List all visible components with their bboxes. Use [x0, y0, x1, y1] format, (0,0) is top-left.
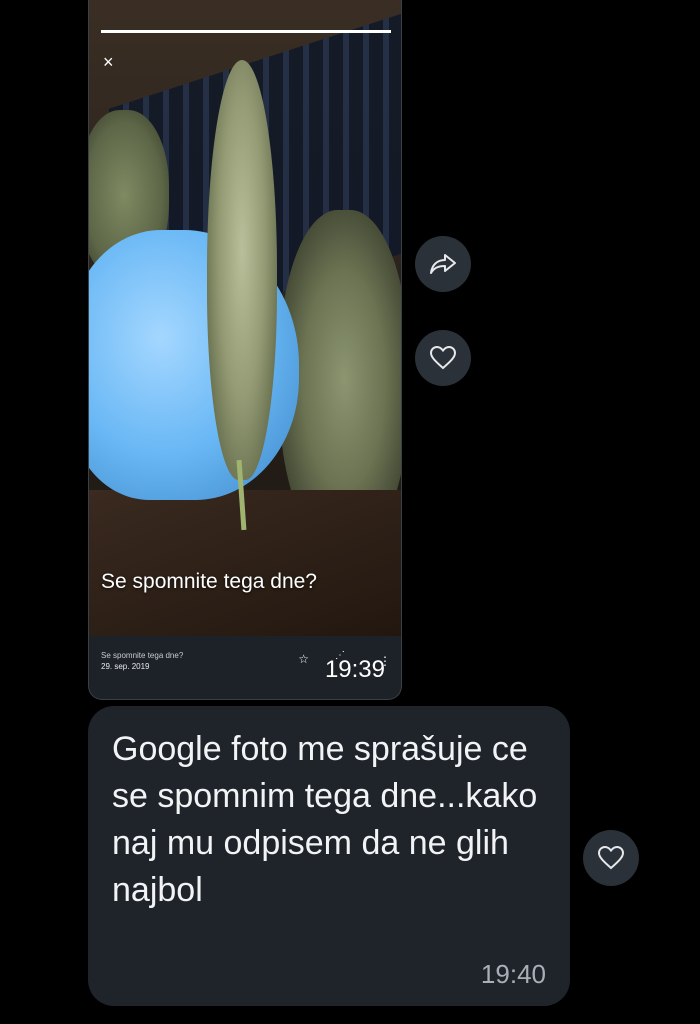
like-message-button[interactable] [583, 830, 639, 886]
share-forward-icon [430, 254, 456, 274]
message-time: 19:40 [480, 959, 546, 989]
forward-button[interactable] [415, 236, 471, 292]
story-photo[interactable]: × Se spomnite tega dne? [89, 0, 401, 636]
story-caption: Se spomnite tega dne? [101, 570, 317, 593]
more-small-icon: ⋮ [379, 654, 391, 668]
notification-date: 29. sep. 2019 [101, 662, 150, 671]
shared-image-message[interactable]: × Se spomnite tega dne? Se spomnite tega… [88, 0, 402, 700]
star-icon: ☆ [298, 652, 309, 666]
story-progress-fill [101, 30, 391, 33]
story-progress-bar [101, 30, 391, 33]
notification-title: Se spomnite tega dne? [101, 651, 184, 660]
main-bud [207, 60, 277, 480]
heart-icon [597, 845, 625, 870]
heart-icon [429, 345, 457, 370]
text-message-bubble[interactable]: Google foto me sprašuje ce se spomnim te… [88, 706, 570, 1006]
message-text: Google foto me sprašuje ce se spomnim te… [112, 730, 538, 909]
shared-message-time: 19:39 [324, 656, 385, 683]
close-icon[interactable]: × [103, 52, 114, 73]
floor-decor [89, 490, 401, 636]
like-image-button[interactable] [415, 330, 471, 386]
notification-info: Se spomnite tega dne? 29. sep. 2019 [101, 650, 183, 672]
